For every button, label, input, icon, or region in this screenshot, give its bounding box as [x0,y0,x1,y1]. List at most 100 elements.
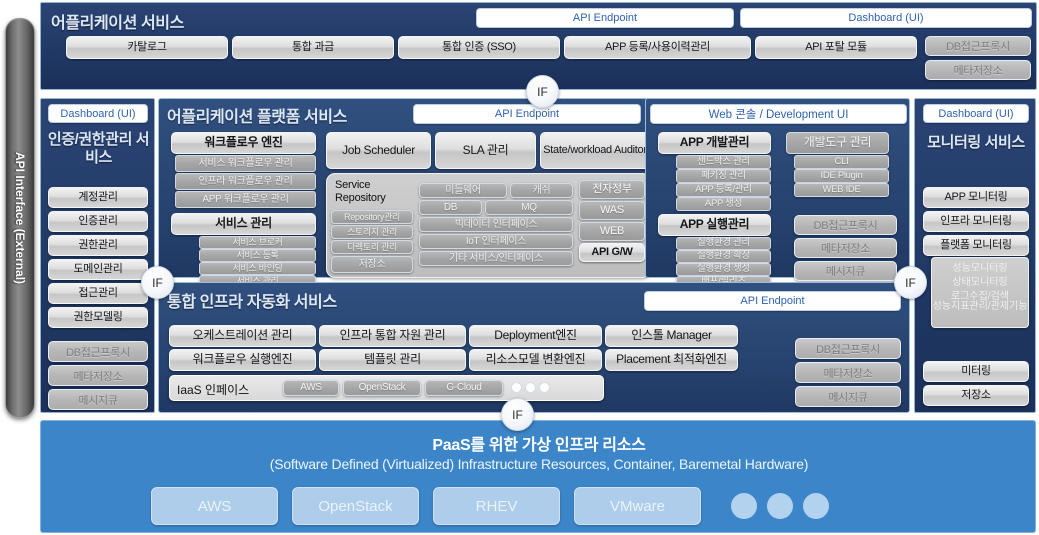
module-permission-mgmt[interactable]: 권한관리 [48,235,148,256]
infra-api-endpoint[interactable]: API Endpoint [644,291,901,311]
module-meta-repository-console[interactable]: 메타저장소 [794,238,897,258]
module-middleware[interactable]: 미들웨어 [419,183,507,198]
module-platform-monitoring[interactable]: 플랫폼 모니터링 [923,235,1029,256]
module-app-register-mgmt[interactable]: APP 등록/관리 [676,183,771,197]
group-app-run-title[interactable]: APP 실행관리 [658,214,771,236]
module-meta-repository-auth[interactable]: 메타저장소 [48,365,148,386]
module-job-scheduler[interactable]: Job Scheduler [326,132,431,169]
module-service-register[interactable]: 서비스 등록 [199,249,316,262]
monitoring-dashboard-ui[interactable]: Dashboard (UI) [923,104,1029,123]
module-meta-repository-infra[interactable]: 메타저장소 [795,362,901,383]
module-workflow-exec-engine[interactable]: 워크플로우 실행엔진 [169,349,316,371]
module-api-portal[interactable]: API 포탈 모듈 [755,36,917,59]
module-service-workflow-mgmt[interactable]: 서비스 워크플로우 관리 [175,155,316,172]
iaas-provider-gcloud[interactable]: G-Cloud [425,380,503,396]
module-access-mgmt[interactable]: 접근관리 [48,283,148,304]
module-perf-index-control[interactable]: 성능지표관리/관제기능 [931,301,1029,313]
module-was[interactable]: WAS [579,201,645,220]
module-metering[interactable]: 미터링 [923,361,1029,382]
module-state-monitoring[interactable]: 상태모니터링 [931,273,1029,288]
module-db-access-proxy-auth[interactable]: DB접근프록시 [48,341,148,362]
module-service-broker[interactable]: 서비스 브로커 [199,236,316,249]
module-runtime-create[interactable]: 실행환경 생성 [676,263,771,276]
module-template-mgmt[interactable]: 템플릿 관리 [319,349,466,371]
module-permission-modeling[interactable]: 권한모델링 [48,307,148,328]
module-cache[interactable]: 캐쉬 [510,183,573,198]
module-infra-workflow-mgmt[interactable]: 인프라 워크플로우 관리 [175,173,316,190]
module-packaging-mgmt[interactable]: 패키징 관리 [676,169,771,183]
paas-provider-vmware[interactable]: VMware [574,487,701,525]
module-runtime-scale[interactable]: 실행환경 확장 [676,250,771,263]
module-infra-resource-mgmt[interactable]: 인프라 통합 자원 관리 [319,325,466,347]
module-db-access-proxy-top[interactable]: DB접근프록시 [925,36,1031,56]
module-db[interactable]: DB [419,200,482,215]
paas-provider-rhev[interactable]: RHEV [433,487,560,525]
module-service-binding[interactable]: 서비스 바인딩 [199,262,316,275]
module-deployment-engine[interactable]: Deployment엔진 [469,325,602,347]
module-db-access-proxy-console[interactable]: DB접근프록시 [794,215,897,235]
group-workflow-engine-title[interactable]: 워크플로우 엔진 [171,132,316,154]
if-connector-left[interactable]: IF [141,266,174,299]
module-message-queue-auth[interactable]: 메시지큐 [48,389,148,410]
group-app-dev-title[interactable]: APP 개발관리 [658,132,771,154]
iaas-provider-openstack[interactable]: OpenStack [343,380,421,396]
group-service-mgmt-title[interactable]: 서비스 관리 [171,213,316,235]
module-web[interactable]: WEB [579,222,645,241]
platform-api-endpoint[interactable]: API Endpoint [413,104,641,124]
app-service-dashboard-ui[interactable]: Dashboard (UI) [740,8,1032,28]
module-account-mgmt[interactable]: 계정관리 [48,187,148,208]
module-infra-monitoring[interactable]: 인프라 모니터링 [923,211,1029,232]
module-storage-mgmt[interactable]: 스토리지 관리 [331,225,413,239]
module-app-monitoring[interactable]: APP 모니터링 [923,187,1029,208]
module-resource-model-converter[interactable]: 리소스모델 변환엔진 [469,349,602,371]
service-repository-title: Service Repository [335,179,386,204]
module-bigdata-interface[interactable]: 빅데이터 인터페이스 [419,217,573,232]
module-catalog[interactable]: 카탈로그 [66,36,228,59]
module-orchestration-mgmt[interactable]: 오케스트레이션 관리 [169,325,316,347]
module-auth-mgmt[interactable]: 인증관리 [48,211,148,232]
group-dev-tools-title[interactable]: 개발도구 관리 [786,132,889,154]
if-connector-bottom[interactable]: IF [501,398,534,431]
module-repository-store[interactable]: 저장소 [331,256,413,273]
if-connector-top[interactable]: IF [526,75,559,108]
module-app-create[interactable]: APP 생성 [676,197,771,211]
module-sso[interactable]: 통합 인증 (SSO) [398,36,560,59]
module-integrated-billing[interactable]: 통합 과금 [232,36,394,59]
module-state-workload-auditor[interactable]: State/workload Auditor [540,132,650,169]
module-app-workflow-mgmt[interactable]: APP 워크플로우 관리 [175,191,316,208]
web-console-ui[interactable]: Web 콘솔 / Development UI [650,104,907,124]
paas-provider-aws[interactable]: AWS [151,487,278,525]
module-egov[interactable]: 전자정부 [579,180,645,199]
paas-provider-openstack[interactable]: OpenStack [292,487,419,525]
module-perf-monitoring[interactable]: 성능모니터링 [931,259,1029,274]
module-install-manager[interactable]: 인스톨 Manager [605,325,738,347]
module-log-collect-search[interactable]: 로그수집/검색 [931,287,1029,302]
module-web-ide[interactable]: WEB IDE [794,183,889,197]
module-message-queue-console[interactable]: 메시지큐 [794,261,897,281]
module-mq[interactable]: MQ [485,200,573,215]
application-service-title: 어플리케이션 서비스 [51,15,184,32]
module-meta-repository-top[interactable]: 메타저장소 [925,60,1031,80]
iaas-provider-aws[interactable]: AWS [283,380,339,396]
module-other-service-interface[interactable]: 기타 서비스/인터페이스 [419,251,573,266]
module-domain-mgmt[interactable]: 도메인관리 [48,259,148,280]
module-app-register-usage[interactable]: APP 등록/사용이력관리 [564,36,751,59]
module-ide-plugin[interactable]: IDE Plugin [794,169,889,183]
module-sandbox-mgmt[interactable]: 샌드박스 관리 [676,155,771,169]
if-connector-right[interactable]: IF [894,266,927,299]
module-cli[interactable]: CLI [794,155,889,169]
app-service-api-endpoint[interactable]: API Endpoint [476,8,734,28]
module-placement-optimizer[interactable]: Placement 최적화엔진 [605,349,738,371]
module-sla-mgmt[interactable]: SLA 관리 [435,132,536,169]
module-monitoring-store[interactable]: 저장소 [923,385,1029,406]
module-db-access-proxy-infra[interactable]: DB접근프록시 [795,338,901,359]
auth-dashboard-ui[interactable]: Dashboard (UI) [48,104,148,123]
module-iot-interface[interactable]: IoT 인터페이스 [419,234,573,249]
module-api-gateway[interactable]: API G/W [579,243,645,262]
module-directory-mgmt[interactable]: 디렉토리 관리 [331,240,413,254]
dot-icon [539,382,550,393]
module-runtime-mgmt[interactable]: 실행환경 관리 [676,237,771,250]
module-repository-mgmt[interactable]: Repository관리 [331,210,413,224]
dot-icon [803,493,829,519]
module-message-queue-infra[interactable]: 메시지큐 [795,386,901,407]
